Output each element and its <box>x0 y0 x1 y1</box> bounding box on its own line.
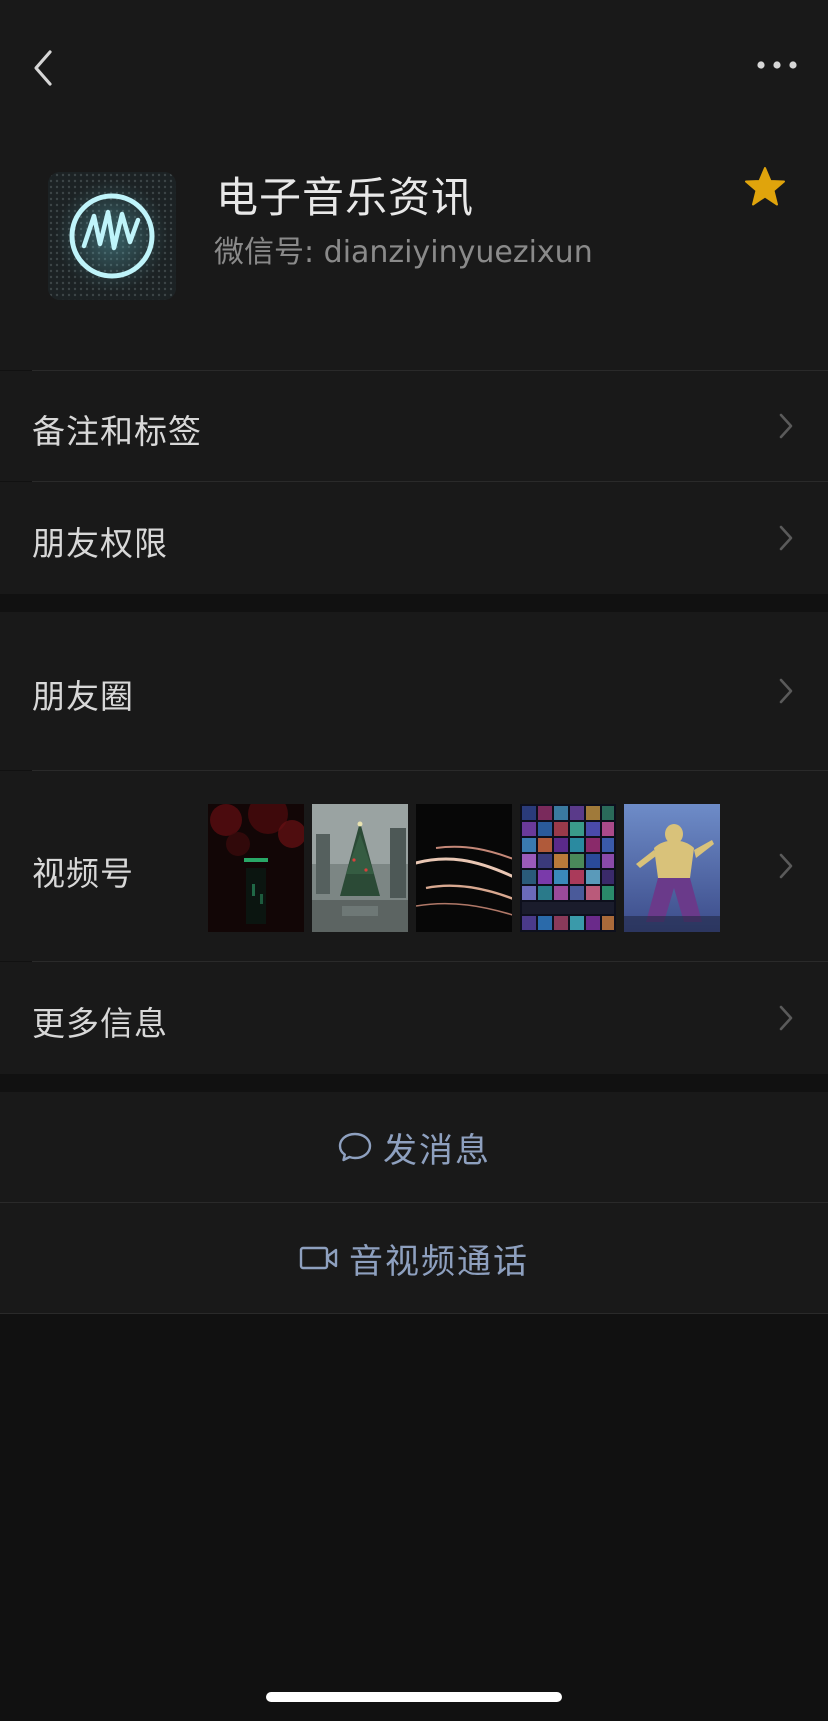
ellipsis-icon[interactable] <box>756 58 798 72</box>
chevron-right-icon <box>779 678 793 704</box>
home-indicator[interactable] <box>266 1692 562 1702</box>
profile-name: 电子音乐资讯 <box>216 173 475 222</box>
send-message-label: 发消息 <box>383 1130 491 1171</box>
divider <box>0 1313 828 1314</box>
channels-row[interactable]: 视频号 <box>0 771 828 961</box>
wechat-id-value: dianziyinyuezixun <box>323 235 593 270</box>
profile-header: 电子音乐资讯 微信号: dianziyinyuezixun <box>0 140 828 370</box>
moments-label: 朋友圈 <box>32 677 134 716</box>
chevron-right-icon <box>779 413 793 439</box>
av-call-button[interactable]: 音视频通话 <box>0 1203 828 1313</box>
channels-thumb-light-streaks[interactable] <box>416 804 512 932</box>
channels-thumb-collage[interactable] <box>520 804 616 932</box>
chevron-right-icon <box>779 1005 793 1031</box>
remark-tags-label: 备注和标签 <box>32 412 202 451</box>
chevron-left-icon[interactable] <box>28 46 58 90</box>
friend-permissions-row[interactable]: 朋友权限 <box>0 482 828 594</box>
channels-thumb-christmas-tree[interactable] <box>312 804 408 932</box>
send-message-button[interactable]: 发消息 <box>0 1092 828 1202</box>
star-icon[interactable] <box>744 166 786 208</box>
channels-thumb-dancing-figure[interactable] <box>624 804 720 932</box>
more-info-row[interactable]: 更多信息 <box>0 962 828 1074</box>
wechat-id-label: 微信号: <box>214 235 324 270</box>
more-info-label: 更多信息 <box>32 1004 168 1043</box>
nav-bar <box>0 0 828 140</box>
channels-thumb-dark-red-stage[interactable] <box>208 804 304 932</box>
remark-tags-row[interactable]: 备注和标签 <box>0 371 828 481</box>
channels-label: 视频号 <box>32 854 134 893</box>
chevron-right-icon <box>779 525 793 551</box>
av-call-label: 音视频通话 <box>349 1241 529 1282</box>
chat-bubble-icon <box>338 1132 372 1162</box>
moments-row[interactable]: 朋友圈 <box>0 612 828 770</box>
channels-thumbnails <box>208 804 720 932</box>
video-camera-icon <box>299 1246 338 1270</box>
wechat-id: 微信号: dianziyinyuezixun <box>214 227 593 271</box>
chevron-right-icon <box>779 853 793 879</box>
avatar[interactable] <box>48 172 176 300</box>
friend-permissions-label: 朋友权限 <box>32 524 168 563</box>
